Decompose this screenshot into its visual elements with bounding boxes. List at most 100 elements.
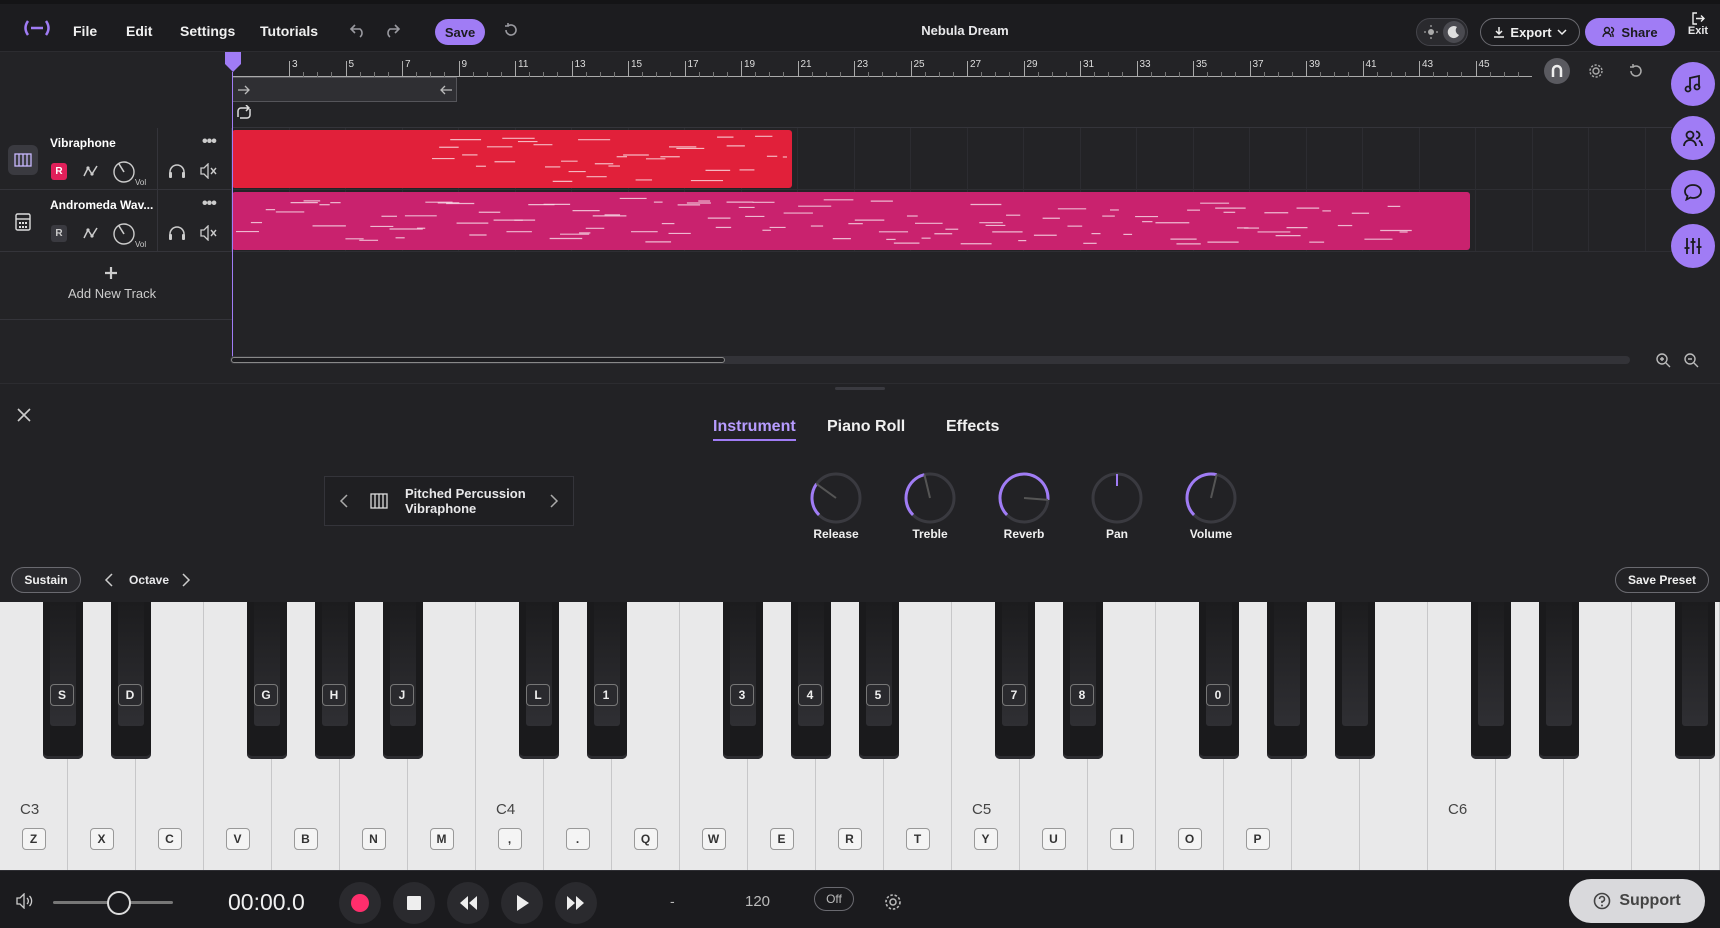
menu-tutorials[interactable]: Tutorials <box>260 23 318 39</box>
metronome-toggle[interactable]: Off <box>814 887 854 911</box>
timeline-ruler[interactable]: 3 5 7 9 11 13 15 17 19 21 23 25 27 29 31 33 35 37 39 41 43 45 <box>232 52 1532 77</box>
exit-button[interactable]: Exit <box>1683 12 1713 37</box>
magnet-icon[interactable] <box>1544 58 1570 84</box>
black-key[interactable] <box>1335 602 1375 759</box>
solo-headphones-icon[interactable] <box>168 225 186 241</box>
knob-volume[interactable]: Volume <box>1171 384 1251 554</box>
black-key[interactable]: H <box>315 602 355 759</box>
knob-release[interactable]: Release <box>796 384 876 554</box>
knob-dial[interactable] <box>996 470 1052 526</box>
sustain-button[interactable]: Sustain <box>11 567 81 593</box>
play-button[interactable] <box>501 882 543 924</box>
knob-dial[interactable] <box>808 470 864 526</box>
tab-instrument[interactable]: Instrument <box>713 418 796 441</box>
add-track-button[interactable]: Add New Track <box>0 252 232 320</box>
fast-forward-button[interactable] <box>555 882 597 924</box>
loop-region[interactable] <box>232 77 457 102</box>
chevron-left-icon[interactable] <box>339 494 349 508</box>
export-button[interactable]: Export <box>1480 18 1580 46</box>
save-preset-button[interactable]: Save Preset <box>1615 567 1709 593</box>
octave-up-icon[interactable] <box>181 573 191 587</box>
knob-dial[interactable] <box>1089 470 1145 526</box>
black-key[interactable] <box>1471 602 1511 759</box>
volume-knob[interactable] <box>112 222 136 246</box>
record-button[interactable] <box>339 882 381 924</box>
black-key[interactable] <box>1267 602 1307 759</box>
time-signature[interactable]: - <box>670 893 675 909</box>
more-options-icon[interactable]: ••• <box>202 195 217 213</box>
knob-pan[interactable]: Pan <box>1077 384 1157 554</box>
black-key[interactable]: 1 <box>587 602 627 759</box>
gear-icon[interactable] <box>1588 63 1604 79</box>
volume-knob[interactable] <box>112 160 136 184</box>
menu-edit[interactable]: Edit <box>126 23 152 39</box>
record-arm-button[interactable]: R <box>51 163 67 180</box>
black-key[interactable] <box>1675 602 1715 759</box>
redo-icon[interactable] <box>383 22 401 38</box>
black-key[interactable]: S <box>43 602 83 759</box>
knob-treble[interactable]: Treble <box>890 384 970 554</box>
mixer-button[interactable] <box>1671 224 1715 268</box>
close-icon[interactable] <box>16 407 32 423</box>
rewind-button[interactable] <box>447 882 489 924</box>
stop-button[interactable] <box>393 882 435 924</box>
black-key[interactable]: 4 <box>791 602 831 759</box>
solo-headphones-icon[interactable] <box>168 163 186 179</box>
black-key[interactable]: J <box>383 602 423 759</box>
track-header-vibraphone[interactable]: Vibraphone ••• R Vol <box>0 128 232 190</box>
black-key[interactable]: 0 <box>1199 602 1239 759</box>
tempo-display[interactable]: 120 <box>745 893 770 910</box>
undo-icon[interactable] <box>349 22 367 38</box>
app-logo[interactable] <box>22 20 52 36</box>
menu-settings[interactable]: Settings <box>180 23 235 39</box>
gear-icon[interactable] <box>884 893 902 911</box>
midi-clip-andromeda[interactable] <box>232 192 1470 250</box>
black-key[interactable]: 5 <box>859 602 899 759</box>
key-shortcut: J <box>390 684 414 706</box>
menu-file[interactable]: File <box>73 23 97 39</box>
share-button[interactable]: Share <box>1585 18 1675 46</box>
automation-icon[interactable] <box>83 225 99 241</box>
save-button[interactable]: Save <box>435 19 485 45</box>
mute-icon[interactable] <box>200 225 218 241</box>
midi-clip-vibraphone[interactable] <box>232 130 792 188</box>
project-title[interactable]: Nebula Dream <box>880 23 1050 38</box>
knob-dial[interactable] <box>902 470 958 526</box>
track-name[interactable]: Andromeda Wav... <box>50 198 153 212</box>
support-button[interactable]: Support <box>1569 879 1705 923</box>
volume-slider-thumb[interactable] <box>107 891 131 915</box>
chat-button[interactable] <box>1671 170 1715 214</box>
more-options-icon[interactable]: ••• <box>202 133 217 151</box>
mute-icon[interactable] <box>200 163 218 179</box>
automation-icon[interactable] <box>83 163 99 179</box>
knob-reverb[interactable]: Reverb <box>984 384 1064 554</box>
record-arm-button[interactable]: R <box>51 225 67 242</box>
zoom-in-icon[interactable] <box>1655 352 1671 368</box>
black-key[interactable]: 7 <box>995 602 1035 759</box>
black-key[interactable]: 3 <box>723 602 763 759</box>
speaker-icon[interactable] <box>16 893 36 909</box>
chevron-right-icon[interactable] <box>549 494 559 508</box>
history-icon[interactable] <box>503 22 519 38</box>
loop-toggle-icon[interactable] <box>235 105 253 121</box>
black-key[interactable]: L <box>519 602 559 759</box>
track-header-andromeda[interactable]: Andromeda Wav... ••• R Vol <box>0 190 232 252</box>
black-key[interactable] <box>1539 602 1579 759</box>
collaborators-button[interactable] <box>1671 116 1715 160</box>
black-key[interactable]: D <box>111 602 151 759</box>
octave-down-icon[interactable] <box>104 573 114 587</box>
zoom-out-icon[interactable] <box>1683 352 1699 368</box>
scrollbar-thumb[interactable] <box>231 357 725 363</box>
record-icon <box>351 894 369 912</box>
black-key[interactable]: 8 <box>1063 602 1103 759</box>
playhead-marker[interactable] <box>224 52 242 74</box>
help-icon <box>1593 892 1611 910</box>
theme-toggle[interactable] <box>1416 18 1468 46</box>
music-note-button[interactable] <box>1671 62 1715 106</box>
reset-icon[interactable] <box>1628 63 1644 79</box>
instrument-selector[interactable]: Pitched Percussion Vibraphone <box>324 476 574 526</box>
knob-dial[interactable] <box>1183 470 1239 526</box>
track-name[interactable]: Vibraphone <box>50 136 116 150</box>
ruler-tick <box>1475 61 1477 77</box>
black-key[interactable]: G <box>247 602 287 759</box>
